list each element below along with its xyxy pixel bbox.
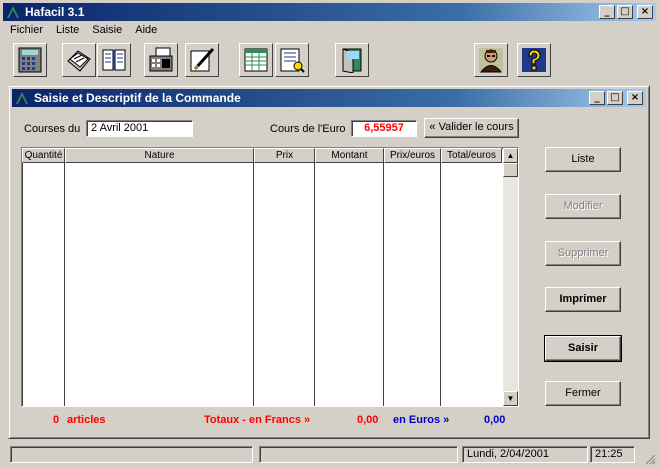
column-header-nature[interactable]: Nature	[65, 148, 254, 163]
child-maximize-button[interactable]: □	[607, 91, 623, 105]
status-pane-1	[10, 446, 253, 463]
status-date: Lundi, 2/04/2001	[462, 446, 588, 463]
toolbar-register-button[interactable]	[144, 43, 178, 77]
register-icon	[149, 47, 173, 72]
validate-rate-button[interactable]: « Valider le cours	[424, 118, 519, 138]
column-header-total-euros[interactable]: Total/euros	[441, 148, 502, 163]
grid-vertical-scrollbar[interactable]: ▲ ▼	[503, 148, 518, 406]
column-header-prix[interactable]: Prix	[254, 148, 315, 163]
imprimer-button[interactable]: Imprimer	[545, 287, 621, 312]
toolbar-report-button[interactable]	[275, 43, 309, 77]
edit-icon	[190, 47, 215, 72]
status-bar: Lundi, 2/04/2001 21:25	[0, 443, 659, 467]
child-minimize-button[interactable]: _	[589, 91, 605, 105]
courses-date-field[interactable]: 2 Avril 2001	[86, 120, 193, 137]
toolbar-book-button[interactable]	[97, 43, 131, 77]
articles-count: 0	[53, 414, 60, 426]
documents-icon	[67, 50, 91, 72]
fermer-button[interactable]: Fermer	[545, 381, 621, 406]
minimize-button[interactable]: _	[599, 5, 615, 19]
book-icon	[102, 49, 126, 71]
toolbar	[0, 40, 659, 80]
person-icon	[479, 48, 503, 73]
child-title-bar[interactable]: Saisie et Descriptif de la Commande _ □ …	[12, 89, 646, 107]
status-pane-2	[259, 446, 458, 463]
toolbar-documents-button[interactable]	[62, 43, 96, 77]
articles-label: articles	[67, 414, 106, 426]
francs-total-value: 0,00	[357, 414, 379, 426]
modifier-button[interactable]: Modifier	[545, 194, 621, 219]
order-entry-window: Saisie et Descriptif de la Commande _ □ …	[8, 85, 650, 439]
calculator-icon	[18, 47, 42, 73]
toolbar-help-button[interactable]	[517, 43, 551, 77]
column-header-prix-euros[interactable]: Prix/euros	[384, 148, 441, 163]
toolbar-exit-button[interactable]	[335, 43, 369, 77]
column-divider	[383, 163, 384, 406]
app-title-bar[interactable]: Hafacil 3.1 _ □ ×	[3, 3, 656, 21]
app-icon	[7, 6, 19, 18]
help-icon	[522, 48, 546, 72]
column-header-montant[interactable]: Montant	[315, 148, 384, 163]
menu-bar: Fichier Liste Saisie Aide	[3, 23, 163, 39]
francs-total-label: Totaux - en Francs »	[204, 414, 311, 426]
scroll-thumb[interactable]	[503, 163, 518, 177]
liste-button[interactable]: Liste	[545, 147, 621, 172]
grid-header: Quantité Nature Prix Montant Prix/euros …	[22, 148, 502, 163]
menu-saisie[interactable]: Saisie	[85, 23, 128, 39]
app-title: Hafacil 3.1	[25, 5, 85, 19]
exit-door-icon	[342, 48, 362, 73]
scroll-down-icon[interactable]: ▼	[503, 391, 518, 406]
resize-grip-icon[interactable]	[642, 451, 656, 465]
menu-liste[interactable]: Liste	[49, 23, 85, 39]
toolbar-calculator-button[interactable]	[13, 43, 47, 77]
supprimer-button[interactable]: Supprimer	[545, 241, 621, 266]
report-icon	[280, 48, 305, 73]
euros-total-label: en Euros »	[393, 414, 450, 426]
column-header-quantite[interactable]: Quantité	[22, 148, 65, 163]
euros-total-value: 0,00	[484, 414, 506, 426]
menu-aide[interactable]: Aide	[128, 23, 163, 39]
euro-rate-label: Cours de l'Euro	[270, 123, 346, 135]
child-window-icon	[16, 92, 28, 104]
order-lines-grid[interactable]: Quantité Nature Prix Montant Prix/euros …	[21, 147, 519, 407]
menu-fichier[interactable]: Fichier	[3, 23, 49, 39]
column-divider	[253, 163, 254, 406]
saisir-button[interactable]: Saisir	[544, 335, 622, 362]
toolbar-person-button[interactable]	[474, 43, 508, 77]
child-close-button[interactable]: ×	[627, 91, 643, 105]
spreadsheet-icon	[244, 48, 268, 72]
courses-date-label: Courses du	[24, 123, 81, 135]
close-button[interactable]: ×	[637, 5, 653, 19]
column-divider	[440, 163, 441, 406]
status-time: 21:25	[590, 446, 635, 463]
maximize-button[interactable]: □	[617, 5, 633, 19]
column-divider	[64, 163, 65, 406]
toolbar-edit-button[interactable]	[185, 43, 219, 77]
toolbar-spreadsheet-button[interactable]	[239, 43, 273, 77]
euro-rate-field[interactable]: 6,55957	[351, 120, 417, 137]
column-divider	[314, 163, 315, 406]
child-title: Saisie et Descriptif de la Commande	[34, 91, 241, 105]
scroll-up-icon[interactable]: ▲	[503, 148, 518, 163]
